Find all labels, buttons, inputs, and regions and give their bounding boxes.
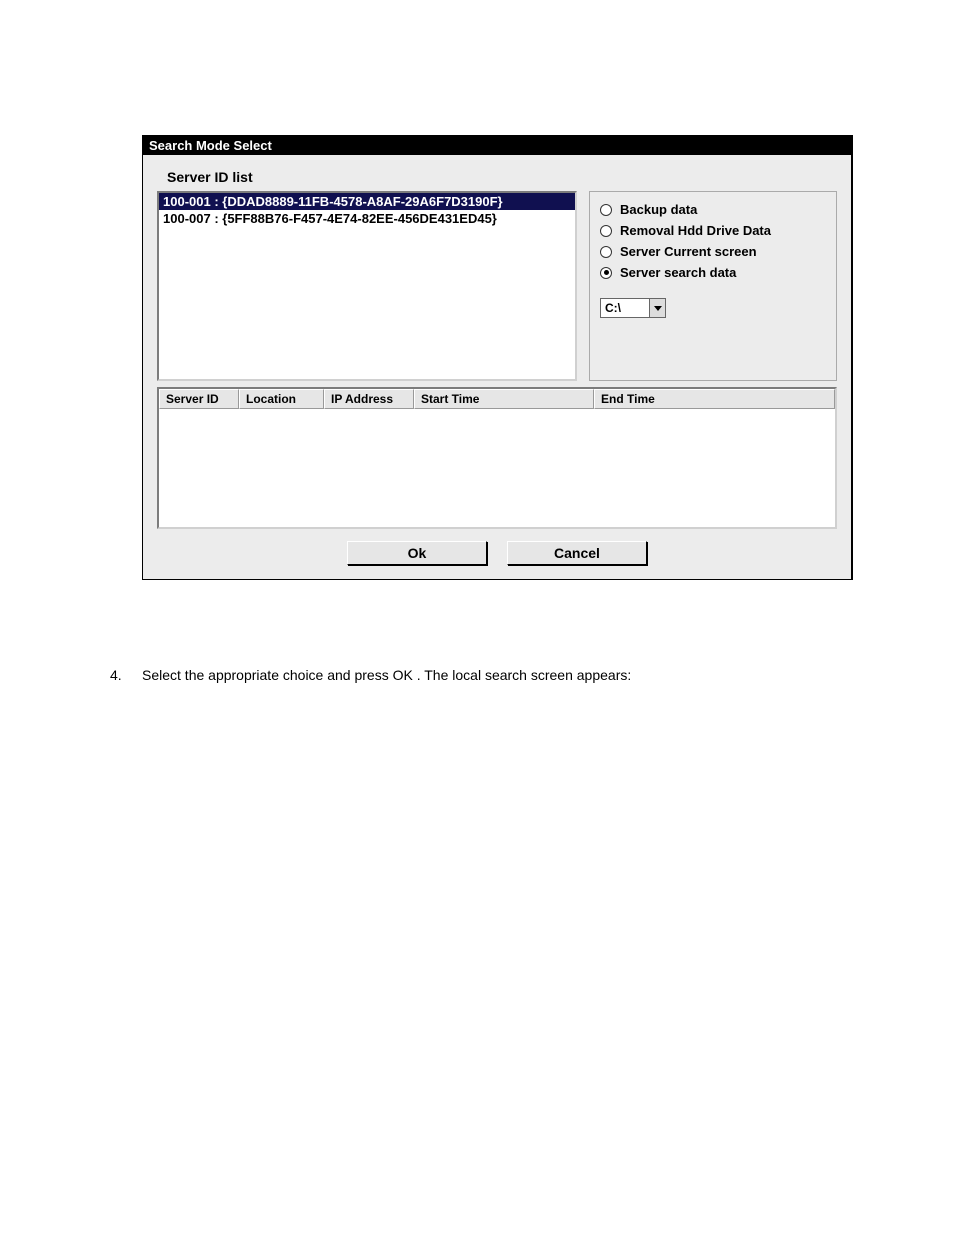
- dialog-body: Server ID list 100-001 : {DDAD8889-11FB-…: [143, 155, 851, 579]
- radio-label: Server search data: [620, 265, 736, 280]
- col-start-time[interactable]: Start Time: [414, 389, 594, 409]
- drive-value[interactable]: C:\: [600, 298, 650, 318]
- dialog-title: Search Mode Select: [149, 138, 272, 153]
- cancel-button[interactable]: Cancel: [507, 541, 647, 565]
- list-item[interactable]: 100-007 : {5FF88B76-F457-4E74-82EE-456DE…: [159, 210, 575, 227]
- drive-dropdown-button[interactable]: [650, 298, 666, 318]
- radio-label: Server Current screen: [620, 244, 757, 259]
- options-panel: Backup data Removal Hdd Drive Data Serve…: [589, 191, 837, 381]
- instruction-number: 4.: [110, 667, 128, 683]
- search-mode-dialog: Search Mode Select Server ID list 100-00…: [142, 135, 853, 580]
- col-server-id[interactable]: Server ID: [159, 389, 239, 409]
- results-table[interactable]: Server ID Location IP Address Start Time…: [157, 387, 837, 529]
- instruction-text: Select the appropriate choice and press …: [142, 667, 631, 683]
- chevron-down-icon: [654, 306, 662, 311]
- col-ip-address[interactable]: IP Address: [324, 389, 414, 409]
- ok-button[interactable]: Ok: [347, 541, 487, 565]
- radio-icon: [600, 225, 612, 237]
- top-row: 100-001 : {DDAD8889-11FB-4578-A8AF-29A6F…: [157, 191, 837, 381]
- drive-select[interactable]: C:\: [600, 298, 826, 318]
- server-list-label: Server ID list: [167, 169, 837, 185]
- radio-icon: [600, 204, 612, 216]
- radio-removal-hdd[interactable]: Removal Hdd Drive Data: [600, 223, 826, 238]
- button-row: Ok Cancel: [157, 541, 837, 565]
- instruction-step: 4. Select the appropriate choice and pre…: [110, 667, 631, 683]
- col-location[interactable]: Location: [239, 389, 324, 409]
- list-item[interactable]: 100-001 : {DDAD8889-11FB-4578-A8AF-29A6F…: [159, 193, 575, 210]
- table-header: Server ID Location IP Address Start Time…: [159, 389, 835, 409]
- server-id-list[interactable]: 100-001 : {DDAD8889-11FB-4578-A8AF-29A6F…: [157, 191, 577, 381]
- radio-server-search[interactable]: Server search data: [600, 265, 826, 280]
- radio-current-screen[interactable]: Server Current screen: [600, 244, 826, 259]
- radio-icon: [600, 246, 612, 258]
- radio-backup-data[interactable]: Backup data: [600, 202, 826, 217]
- radio-icon: [600, 267, 612, 279]
- radio-label: Backup data: [620, 202, 697, 217]
- radio-label: Removal Hdd Drive Data: [620, 223, 771, 238]
- col-end-time[interactable]: End Time: [594, 389, 835, 409]
- dialog-title-bar: Search Mode Select: [143, 136, 851, 155]
